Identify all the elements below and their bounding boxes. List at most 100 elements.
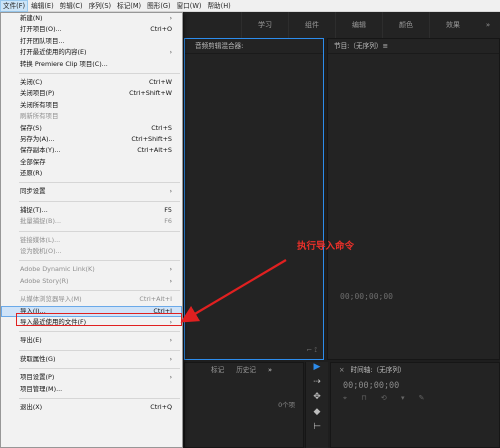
file-menu-item[interactable]: 项目设置(P) › — [1, 372, 182, 383]
timeline-controls[interactable]: ⌖ ⊓ ⟲ ▾ ✎ — [343, 394, 431, 403]
file-menu-item-label: 关闭(C) — [20, 77, 43, 86]
menu-item-2[interactable]: 剪辑(C) — [57, 0, 86, 12]
file-menu-item-label: 打开最近使用的内容(E) — [20, 48, 87, 57]
project-item-count: 0个项 — [278, 401, 295, 409]
menu-separator — [19, 368, 180, 370]
panel-settings-icon[interactable]: ⌐ ⟟ — [306, 346, 317, 355]
file-menu-item-label: 另存为(A)... — [20, 134, 55, 143]
file-menu-item[interactable]: 还原(R) — [1, 168, 182, 179]
file-menu-item[interactable]: 保存副本(Y)... Ctrl+Alt+S — [1, 145, 182, 156]
workspace-tab-0[interactable]: 学习 — [241, 12, 288, 38]
timeline-tab-label: 时间轴:（无序列） — [350, 366, 406, 374]
menu-item-7[interactable]: 帮助(H) — [204, 0, 233, 12]
menu-separator — [19, 182, 180, 184]
file-menu-item-label: 从媒体浏览器导入(M) — [20, 295, 82, 304]
file-menu-item[interactable]: 保存(S) Ctrl+S — [1, 123, 182, 134]
workspace-tab-4[interactable]: 效果 — [429, 12, 476, 38]
file-menu-item-label: 保存副本(Y)... — [20, 146, 61, 155]
file-menu-item-label: 退出(X) — [20, 402, 43, 411]
file-menu-item: Adobe Story(R) › — [1, 276, 182, 287]
file-menu-item[interactable]: 关闭(C) Ctrl+W — [1, 77, 182, 88]
project-tab-1[interactable]: 历史记 — [236, 363, 256, 377]
menu-item-4[interactable]: 标记(M) — [114, 0, 144, 12]
file-menu-item-label: 打开项目(O)... — [20, 25, 62, 34]
menu-item-5[interactable]: 图形(G) — [144, 0, 173, 12]
chevron-right-icon: › — [169, 374, 172, 382]
file-menu-item-label: 还原(R) — [20, 169, 43, 178]
file-menu-item[interactable]: 获取属性(G) › — [1, 354, 182, 365]
file-menu-item[interactable]: 关闭项目(P) Ctrl+Shift+W — [1, 88, 182, 99]
project-more-button[interactable]: » — [268, 363, 272, 377]
file-menu-item-shortcut: Ctrl+Shift+S — [131, 134, 172, 143]
workspace-tab-2[interactable]: 编辑 — [335, 12, 382, 38]
program-monitor-tab[interactable]: 节目:（无序列）≡ — [328, 39, 499, 54]
file-menu-item: 链接媒体(L)... — [1, 235, 182, 246]
file-menu-item-label: Adobe Story(R) — [20, 276, 69, 285]
file-menu-item[interactable]: 新建(N) › — [1, 13, 182, 24]
file-menu-item[interactable]: 退出(X) Ctrl+Q — [1, 402, 182, 413]
file-menu-item-shortcut: Ctrl+O — [150, 25, 172, 34]
razor-tool-icon[interactable]: ◆ — [306, 407, 328, 422]
tools-panel: ▶ ⇢ ✥ ◆ ⊢ — [305, 362, 328, 448]
file-menu-item[interactable]: 另存为(A)... Ctrl+Shift+S — [1, 134, 182, 145]
menu-item-3[interactable]: 序列(S) — [86, 0, 115, 12]
file-menu-item-label: 转换 Premiere Clip 项目(C)... — [20, 59, 108, 68]
file-menu-item: 从媒体浏览器导入(M) Ctrl+Alt+I — [1, 294, 182, 305]
file-menu-item[interactable]: 捕捉(T)... F5 — [1, 205, 182, 216]
workspace-tab-1[interactable]: 组件 — [288, 12, 335, 38]
menu-item-1[interactable]: 编辑(E) — [28, 0, 57, 12]
file-menu-item-label: 全部保存 — [20, 157, 46, 166]
track-select-tool-icon[interactable]: ⇢ — [306, 377, 328, 392]
file-menu-item: 设为脱机(O)... — [1, 246, 182, 257]
file-menu-item-shortcut: Ctrl+Alt+S — [137, 146, 172, 155]
project-panel[interactable]: 标记 历史记 » 0个项 — [184, 362, 304, 448]
annotation-text: 执行导入命令 — [297, 241, 355, 252]
file-menu-item: 刷新所有项目 — [1, 111, 182, 122]
chevron-right-icon: › — [169, 188, 172, 196]
close-icon[interactable]: × — [339, 366, 345, 374]
program-timecode[interactable]: 00;00;00;00 — [340, 292, 393, 301]
timeline-tab[interactable]: × 时间轴:（无序列） — [331, 363, 499, 377]
file-menu-item[interactable]: 打开团队项目... — [1, 36, 182, 47]
workspace-bar: 学习 组件 编辑 颜色 效果» — [184, 12, 500, 38]
file-menu-item-label: 项目管理(M)... — [20, 384, 63, 393]
file-menu-item-label: 导出(E) — [20, 336, 42, 345]
file-menu-item-shortcut: Ctrl+Alt+I — [139, 295, 172, 304]
annotation-highlight-box — [16, 313, 182, 326]
menu-separator — [19, 331, 180, 333]
selection-tool-icon[interactable]: ▶ — [306, 362, 328, 377]
timeline-timecode[interactable]: 00;00;00;00 — [343, 381, 399, 391]
file-menu-item-label: 链接媒体(L)... — [20, 235, 61, 244]
file-menu-item[interactable]: 打开项目(O)... Ctrl+O — [1, 24, 182, 35]
menu-item-0[interactable]: 文件(F) — [0, 0, 29, 12]
ripple-edit-tool-icon[interactable]: ✥ — [306, 392, 328, 407]
project-tab-0[interactable]: 标记 — [211, 363, 224, 377]
file-menu-item-shortcut: Ctrl+Q — [150, 402, 172, 411]
chevron-right-icon: › — [169, 277, 172, 285]
slip-tool-icon[interactable]: ⊢ — [306, 422, 328, 437]
workspace-more-button[interactable]: » — [476, 21, 500, 29]
file-menu-item[interactable]: 全部保存 — [1, 157, 182, 168]
file-menu-item[interactable]: 打开最近使用的内容(E) › — [1, 47, 182, 58]
menu-item-6[interactable]: 窗口(W) — [174, 0, 205, 12]
workspace-tab-3[interactable]: 颜色 — [382, 12, 429, 38]
timeline-panel[interactable]: × 时间轴:（无序列） 00;00;00;00 ⌖ ⊓ ⟲ ▾ ✎ — [330, 362, 500, 448]
file-menu-item[interactable]: 关闭所有项目 — [1, 100, 182, 111]
file-menu-item[interactable]: 同步设置 › — [1, 186, 182, 197]
chevron-right-icon: › — [169, 266, 172, 274]
file-menu-item[interactable]: 转换 Premiere Clip 项目(C)... — [1, 59, 182, 70]
audio-clip-mixer-panel[interactable]: 音频剪辑混合器: ⌐ ⟟ — [184, 38, 324, 360]
file-menu-item-shortcut: Ctrl+Shift+W — [129, 89, 172, 98]
file-menu-item-label: 设为脱机(O)... — [20, 247, 62, 256]
program-monitor-panel[interactable]: 节目:（无序列）≡ 00;00;00;00 — [327, 38, 500, 360]
menu-separator — [19, 349, 180, 351]
project-panel-tabs: 标记 历史记 » — [185, 363, 303, 377]
file-menu-item-label: 关闭项目(P) — [20, 89, 55, 98]
menu-separator — [19, 200, 180, 202]
file-menu-item-shortcut: Ctrl+W — [148, 77, 172, 86]
file-menu-item-label: 获取属性(G) — [20, 354, 56, 363]
audio-clip-mixer-tab[interactable]: 音频剪辑混合器: — [185, 39, 323, 54]
file-menu-item[interactable]: 导出(E) › — [1, 335, 182, 346]
file-menu-item[interactable]: 项目管理(M)... — [1, 384, 182, 395]
menu-separator — [19, 72, 180, 74]
